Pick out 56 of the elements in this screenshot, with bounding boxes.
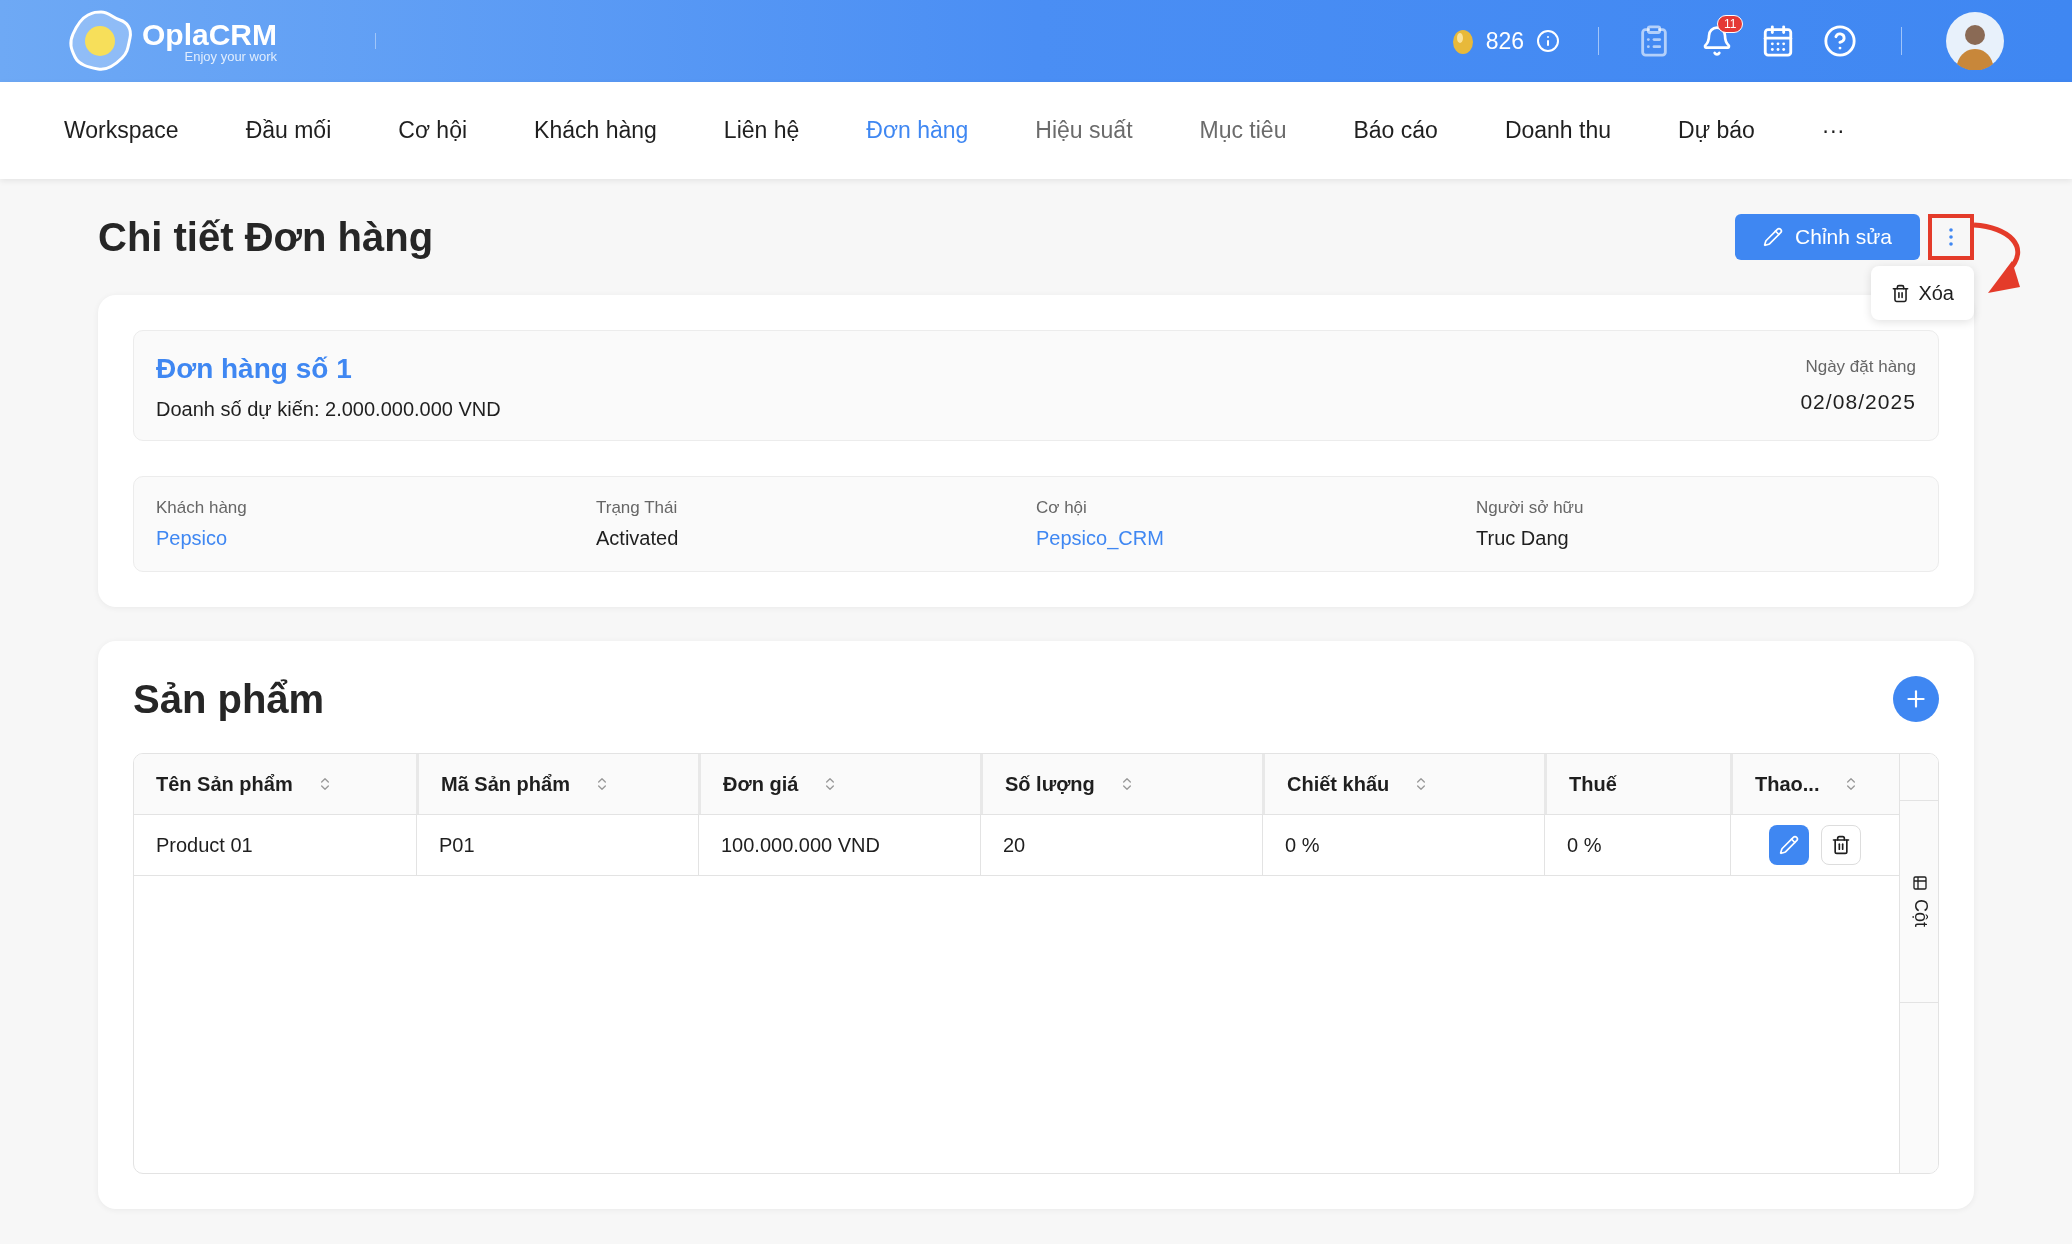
nav-tab[interactable]: ··· bbox=[1821, 113, 1845, 148]
coin-count: 826 bbox=[1485, 26, 1524, 56]
notification-badge: 11 bbox=[1717, 15, 1744, 33]
field-label: Người sở hữu bbox=[1476, 497, 1585, 520]
field-label: Trạng Thái bbox=[596, 497, 679, 520]
help-icon[interactable] bbox=[1823, 24, 1857, 58]
avatar[interactable] bbox=[1946, 12, 2004, 70]
nav-tab[interactable]: Đầu mối bbox=[245, 113, 332, 148]
more-icon bbox=[1949, 228, 1953, 246]
logo-name: OplaCRM bbox=[142, 19, 277, 50]
nav-tab[interactable]: Liên hệ bbox=[723, 113, 800, 148]
logo-tagline: Enjoy your work bbox=[184, 49, 277, 63]
nav-tab[interactable]: Doanh thu bbox=[1504, 113, 1611, 148]
field-value: Truc Dang bbox=[1476, 525, 1570, 551]
nav-tab[interactable]: Cơ hội bbox=[398, 113, 468, 148]
field-label: Khách hàng bbox=[156, 497, 248, 520]
edit-button[interactable]: Chỉnh sửa bbox=[1735, 214, 1920, 260]
order-date: 02/08/2025 bbox=[1800, 388, 1916, 415]
field-value: Activated bbox=[596, 525, 680, 551]
nav-tab[interactable]: Báo cáo bbox=[1353, 113, 1438, 148]
table-cell: 20 bbox=[980, 815, 1262, 875]
order-title: Đơn hàng số 1 bbox=[156, 351, 353, 386]
nav-tab[interactable]: Đơn hàng bbox=[866, 113, 969, 148]
table-cell: P01 bbox=[416, 815, 698, 875]
column-header[interactable]: Tên Sản phẩm bbox=[134, 754, 416, 814]
nav-tab[interactable]: Workspace bbox=[64, 113, 179, 148]
edit-row-button[interactable] bbox=[1769, 825, 1809, 865]
page-title: Chi tiết Đơn hàng bbox=[98, 214, 434, 261]
delete-menu-item[interactable]: Xóa bbox=[1891, 278, 1954, 308]
trash-icon bbox=[1831, 835, 1851, 855]
more-button[interactable] bbox=[1928, 214, 1974, 260]
column-header[interactable]: Số lượng bbox=[980, 754, 1262, 814]
calendar-icon[interactable] bbox=[1761, 24, 1795, 58]
trash-icon bbox=[1891, 283, 1911, 303]
table-cell: 0 % bbox=[1544, 815, 1730, 875]
column-header[interactable]: Thuế bbox=[1544, 754, 1730, 814]
table-icon bbox=[1912, 875, 1928, 892]
add-button[interactable] bbox=[1893, 676, 1939, 722]
delete-row-button[interactable] bbox=[1821, 825, 1861, 865]
column-header[interactable]: Đơn giá bbox=[698, 754, 980, 814]
section-title: Sản phẩm bbox=[133, 676, 325, 723]
date-label: Ngày đặt hàng bbox=[1805, 356, 1916, 378]
column-header[interactable]: Chiết khấu bbox=[1262, 754, 1544, 814]
table-cell: 0 % bbox=[1262, 815, 1544, 875]
nav-tab[interactable]: Dự báo bbox=[1678, 113, 1755, 148]
egg-coin-icon bbox=[1451, 27, 1474, 55]
pencil-icon bbox=[1763, 227, 1784, 247]
column-header[interactable]: Mã Sản phẩm bbox=[416, 754, 698, 814]
pencil-icon bbox=[1779, 835, 1799, 855]
expected-sales: Doanh số dự kiến: 2.000.000.000 VND bbox=[156, 396, 501, 422]
nav-tab[interactable]: Khách hàng bbox=[534, 113, 657, 148]
table-cell: 100.000.000 VND bbox=[698, 815, 980, 875]
info-icon[interactable] bbox=[1536, 29, 1560, 53]
egg-logo-icon bbox=[68, 9, 134, 73]
field-label: Cơ hội bbox=[1036, 497, 1088, 520]
table-cell-text: Product 01 bbox=[155, 833, 254, 858]
